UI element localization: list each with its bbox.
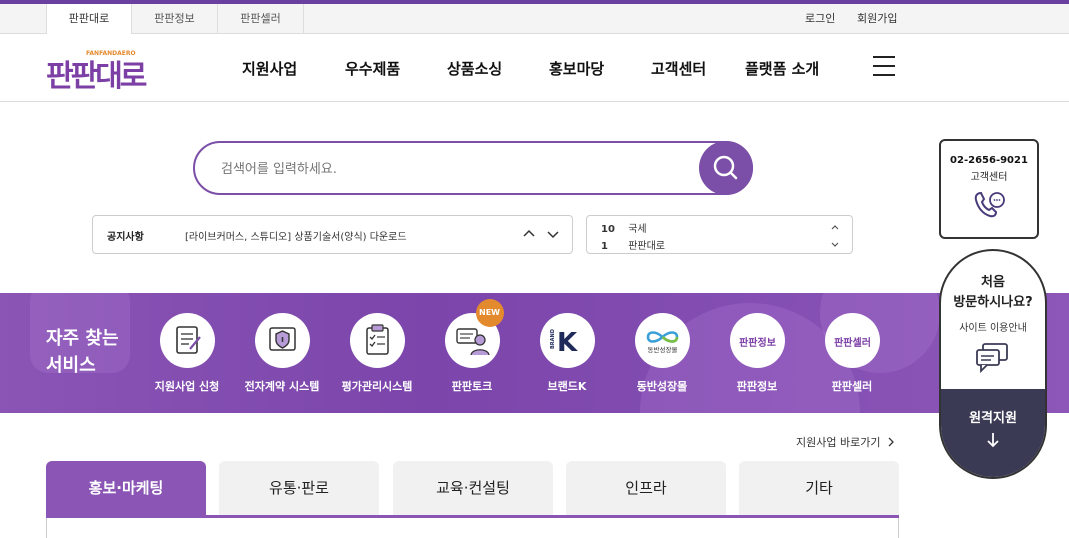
- service-label: 동반성장몰: [636, 380, 688, 393]
- ranking-number: 1: [601, 241, 608, 252]
- main-header: FANFANDAERO 판판대로 지원사업 우수제품 상품소싱 홍보마당 고객센…: [0, 34, 1069, 102]
- ranking-number: 10: [601, 224, 615, 235]
- tab-infrastructure[interactable]: 인프라: [566, 461, 726, 515]
- support-shortcut-label: 지원사업 바로가기: [796, 436, 881, 449]
- service-label: 판판정보: [736, 380, 778, 393]
- nav-product-sourcing[interactable]: 상품소싱: [447, 58, 502, 79]
- first-visit-title: 처음 방문하시나요?: [941, 273, 1045, 313]
- ranking-text: 판판대로: [628, 241, 665, 252]
- service-label: 브랜드K: [547, 380, 587, 393]
- shared-growth-icon-text: 동반성장몰: [647, 345, 677, 354]
- search-box: [193, 141, 753, 195]
- service-fanfan-talk[interactable]: NEW 판판토크: [427, 299, 517, 394]
- logo[interactable]: FANFANDAERO 판판대로: [46, 42, 176, 94]
- infinity-icon: 동반성장몰: [634, 313, 690, 368]
- ranking-item[interactable]: 10 국세: [601, 220, 647, 235]
- service-fanfan-seller[interactable]: 판판셀러 판판셀러: [807, 313, 897, 394]
- shield-icon: [254, 313, 310, 368]
- hamburger-menu-icon[interactable]: [873, 56, 895, 76]
- utility-bar: 판판대로 판판정보 판판셀러 로그인 회원가입: [0, 4, 1069, 35]
- service-evaluation-system[interactable]: 평가관리시스템: [332, 313, 422, 394]
- search-icon: [713, 155, 738, 180]
- chat-bubbles-icon: [976, 343, 1008, 374]
- service-fanfan-info[interactable]: 판판정보 판판정보: [712, 313, 802, 394]
- login-link[interactable]: 로그인: [805, 4, 835, 34]
- service-label: 전자계약 시스템: [244, 380, 320, 393]
- fanfan-info-icon-text: 판판정보: [739, 336, 776, 349]
- nav-promotion[interactable]: 홍보마당: [549, 58, 604, 79]
- chevron-right-icon: [888, 437, 894, 447]
- site-guide-label: 사이트 이용안내: [959, 323, 1027, 334]
- search-button[interactable]: [699, 141, 753, 195]
- brand-k-side-text: BRAND: [550, 329, 556, 349]
- service-e-contract[interactable]: 전자계약 시스템: [237, 313, 327, 394]
- frequent-services-band: 자주 찾는 서비스 지원사업 신청 전자계약 시스템 평가관리시스템 NEW 판…: [0, 293, 1069, 413]
- service-support-apply[interactable]: 지원사업 신청: [142, 313, 232, 394]
- first-visit-title-line1: 처음: [981, 275, 1005, 290]
- util-tab-fanfan-seller[interactable]: 판판셀러: [218, 4, 304, 34]
- service-label: 판판셀러: [831, 380, 873, 393]
- chevron-down-icon[interactable]: [545, 226, 561, 242]
- nav-platform-intro[interactable]: 플랫폼 소개: [745, 58, 819, 79]
- service-brand-k[interactable]: K BRAND 브랜드K: [522, 313, 612, 394]
- support-shortcut-link[interactable]: 지원사업 바로가기: [796, 434, 896, 450]
- tab-distribution-sales[interactable]: 유통·판로: [219, 461, 379, 515]
- logo-mark: FANFANDAERO 판판대로: [46, 50, 150, 94]
- service-label: 평가관리시스템: [341, 380, 413, 393]
- search-input[interactable]: [221, 157, 681, 181]
- tab-content-panel: [46, 518, 899, 538]
- remote-support-label: 원격지원: [969, 411, 1017, 426]
- svg-text:판판대로: 판판대로: [46, 59, 147, 92]
- chevron-down-icon[interactable]: [830, 239, 840, 249]
- chat-person-icon: NEW: [444, 299, 504, 368]
- customer-center-card[interactable]: 02-2656-9021 고객센터: [939, 139, 1039, 239]
- service-shared-growth-mall[interactable]: 동반성장몰 동반성장몰: [617, 313, 707, 394]
- arrow-down-icon: [987, 433, 999, 448]
- ranking-item[interactable]: 1 판판대로: [601, 237, 665, 252]
- clipboard-icon: [349, 313, 405, 368]
- notice-bar: 공지사항 [라이브커머스, 스튜디오] 상품기술서(양식) 다운로드: [92, 215, 573, 254]
- phone-chat-icon: [974, 191, 1005, 218]
- fanfan-info-icon: 판판정보: [729, 313, 785, 368]
- fanfan-seller-icon-text: 판판셀러: [834, 336, 871, 349]
- signup-link[interactable]: 회원가입: [857, 4, 897, 34]
- service-label: 지원사업 신청: [154, 380, 220, 393]
- first-visit-guide[interactable]: 처음 방문하시나요? 사이트 이용안내 원격지원: [939, 249, 1047, 479]
- notice-text[interactable]: [라이브커머스, 스튜디오] 상품기술서(양식) 다운로드: [185, 228, 407, 243]
- remote-support-button[interactable]: 원격지원: [941, 389, 1045, 477]
- fanfan-seller-icon: 판판셀러: [824, 313, 880, 368]
- customer-center-label: 고객센터: [970, 172, 1008, 183]
- nav-customer-center[interactable]: 고객센터: [651, 58, 706, 79]
- new-badge: NEW: [475, 299, 504, 327]
- brand-k-letter: K: [557, 328, 578, 358]
- category-tabs: 홍보·마케팅 유통·판로 교육·컨설팅 인프라 기타: [46, 461, 899, 538]
- util-tab-fanfan-info[interactable]: 판판정보: [132, 4, 218, 34]
- tab-etc[interactable]: 기타: [739, 461, 899, 515]
- nav-excellent-products[interactable]: 우수제품: [345, 58, 400, 79]
- chevron-up-icon[interactable]: [521, 226, 537, 242]
- nav-support-program[interactable]: 지원사업: [242, 58, 297, 79]
- first-visit-title-line2: 방문하시나요?: [953, 295, 1033, 310]
- phone-number: 02-2656-9021: [950, 155, 1028, 166]
- tab-promotion-marketing[interactable]: 홍보·마케팅: [46, 461, 206, 515]
- util-tab-fanfandaero[interactable]: 판판대로: [46, 4, 132, 35]
- tab-education-consulting[interactable]: 교육·컨설팅: [393, 461, 553, 515]
- brand-k-icon: K BRAND: [539, 313, 595, 368]
- document-icon: [159, 313, 215, 368]
- service-label: 판판토크: [451, 380, 493, 393]
- band-title: 자주 찾는 서비스: [46, 328, 119, 376]
- svg-text:FANFANDAERO: FANFANDAERO: [86, 50, 136, 57]
- ranking-text: 국세: [628, 224, 647, 235]
- notice-label: 공지사항: [107, 232, 144, 243]
- chevron-up-icon[interactable]: [830, 223, 840, 233]
- keyword-ranking: 10 국세 1 판판대로: [586, 215, 853, 254]
